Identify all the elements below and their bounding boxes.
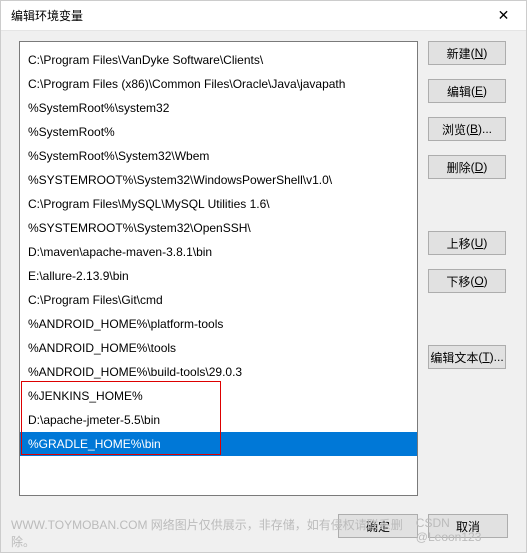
titlebar: 编辑环境变量 ✕: [1, 1, 526, 31]
list-item[interactable]: D:\maven\apache-maven-3.8.1\bin: [20, 240, 417, 264]
browse-button[interactable]: 浏览(B)...: [428, 117, 506, 141]
edit-button[interactable]: 编辑(E): [428, 79, 506, 103]
list-item[interactable]: D:\apache-jmeter-5.5\bin: [20, 408, 417, 432]
content-area: C:\Program Files\VanDyke Software\Client…: [19, 41, 508, 502]
list-item[interactable]: %SystemRoot%: [20, 120, 417, 144]
list-item[interactable]: %SystemRoot%\System32\Wbem: [20, 144, 417, 168]
list-item[interactable]: %SYSTEMROOT%\System32\OpenSSH\: [20, 216, 417, 240]
list-item[interactable]: C:\Program Files\Git\cmd: [20, 288, 417, 312]
watermark: WWW.TOYMOBAN.COM 网络图片仅供展示，非存储，如有侵权请联系删除。…: [11, 516, 516, 550]
edit-text-button[interactable]: 编辑文本(T)...: [428, 345, 506, 369]
watermark-right: CSDN @Leoon123: [416, 516, 516, 550]
list-item[interactable]: C:\Program Files\VanDyke Software\Client…: [20, 48, 417, 72]
list-item[interactable]: %SystemRoot%\system32: [20, 96, 417, 120]
close-icon: ✕: [498, 7, 510, 24]
dialog: 编辑环境变量 ✕ C:\Program Files\VanDyke Softwa…: [0, 0, 527, 553]
list-item[interactable]: C:\Program Files\MySQL\MySQL Utilities 1…: [20, 192, 417, 216]
delete-button[interactable]: 删除(D): [428, 155, 506, 179]
move-down-button[interactable]: 下移(O): [428, 269, 506, 293]
list-item[interactable]: %ANDROID_HOME%\build-tools\29.0.3: [20, 360, 417, 384]
side-buttons: 新建(N) 编辑(E) 浏览(B)... 删除(D) 上移(U) 下移(O) 编…: [428, 41, 508, 502]
path-listbox[interactable]: C:\Program Files\VanDyke Software\Client…: [19, 41, 418, 496]
list-item[interactable]: %SYSTEMROOT%\System32\WindowsPowerShell\…: [20, 168, 417, 192]
close-button[interactable]: ✕: [481, 1, 526, 31]
list-item[interactable]: %ANDROID_HOME%\tools: [20, 336, 417, 360]
new-button[interactable]: 新建(N): [428, 41, 506, 65]
move-up-button[interactable]: 上移(U): [428, 231, 506, 255]
list-item[interactable]: %GRADLE_HOME%\bin: [20, 432, 417, 456]
list-item[interactable]: %JENKINS_HOME%: [20, 384, 417, 408]
list-item[interactable]: C:\Program Files (x86)\Common Files\Orac…: [20, 72, 417, 96]
list-item[interactable]: %ANDROID_HOME%\platform-tools: [20, 312, 417, 336]
list-item[interactable]: E:\allure-2.13.9\bin: [20, 264, 417, 288]
watermark-left: WWW.TOYMOBAN.COM 网络图片仅供展示，非存储，如有侵权请联系删除。: [11, 516, 416, 550]
dialog-title: 编辑环境变量: [11, 7, 83, 24]
